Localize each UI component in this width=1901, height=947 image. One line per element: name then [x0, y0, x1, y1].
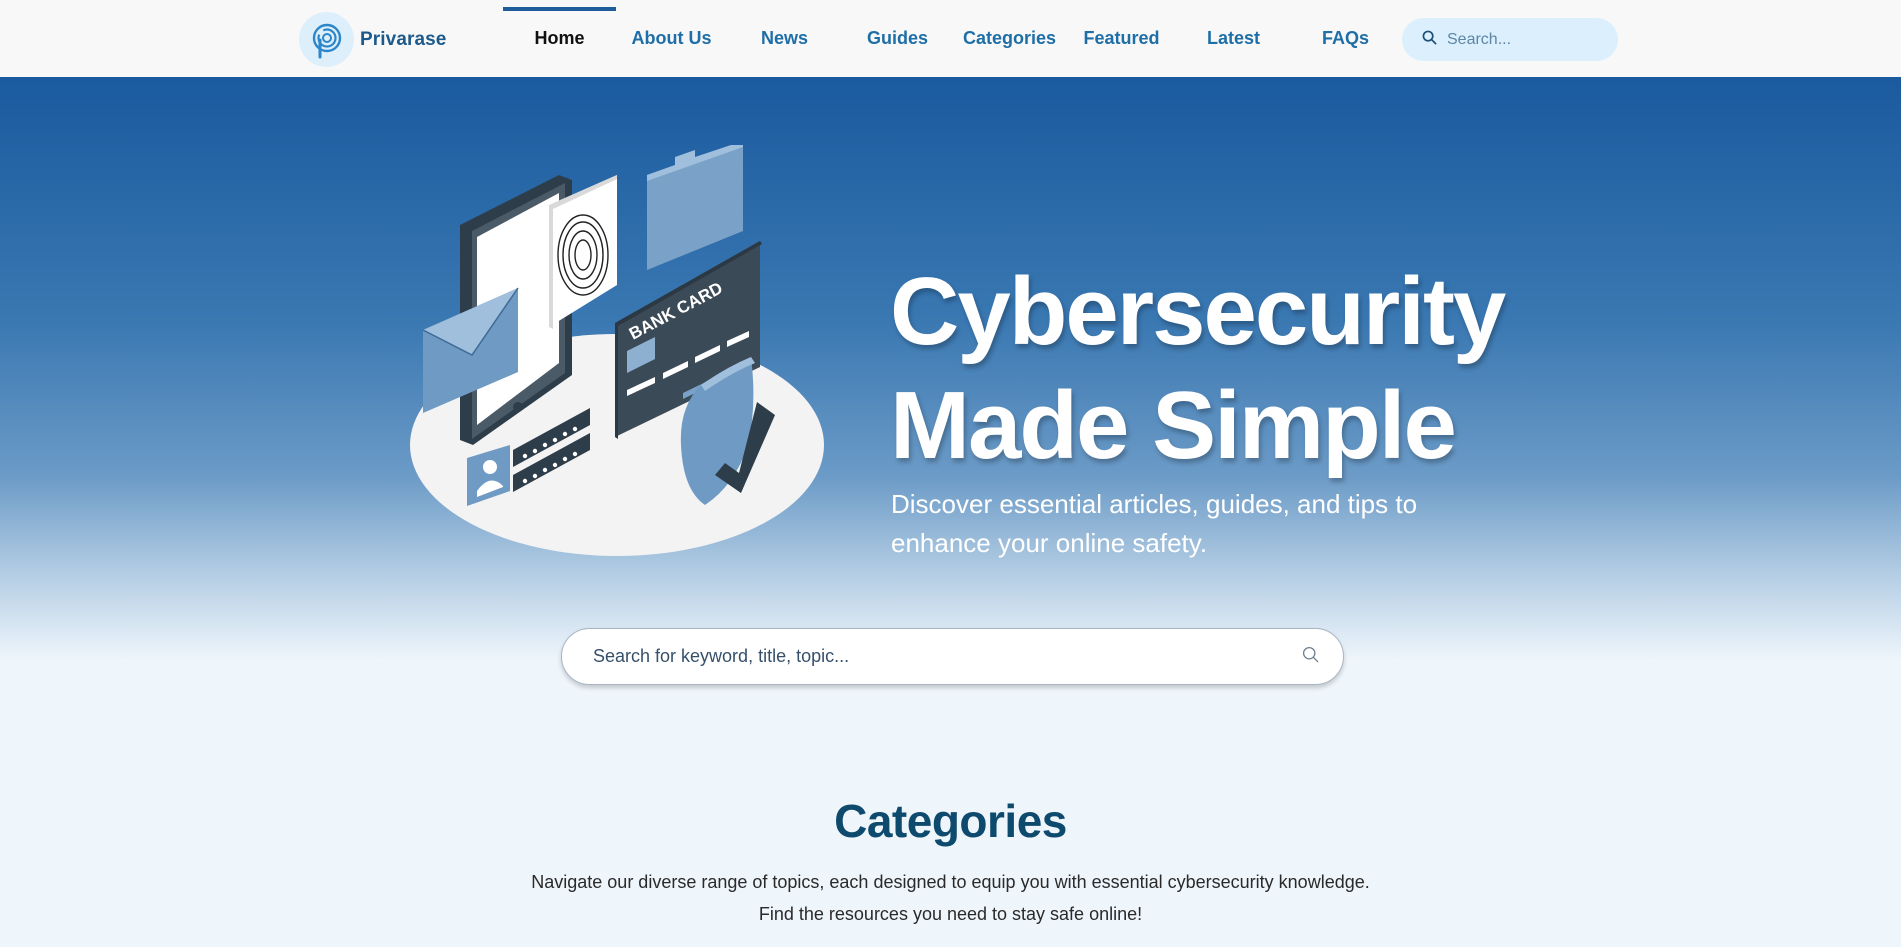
nav-faqs[interactable]: FAQs [1289, 0, 1402, 77]
main-search-input[interactable] [591, 645, 1302, 668]
categories-heading: Categories [834, 795, 1067, 847]
nav-guides[interactable]: Guides [841, 0, 954, 77]
header-search-input[interactable] [1445, 29, 1609, 50]
search-icon[interactable] [1302, 646, 1319, 668]
search-icon[interactable] [1422, 30, 1437, 50]
main-search-bar[interactable] [561, 628, 1344, 685]
categories-description-line-1: Navigate our diverse range of topics, ea… [531, 872, 1370, 892]
security-illustration: BANK CARD [410, 145, 824, 556]
folder-icon [647, 145, 743, 270]
fingerprint-logo-icon [299, 12, 354, 67]
nav-featured[interactable]: Featured [1065, 0, 1178, 77]
nav-latest[interactable]: Latest [1177, 0, 1290, 77]
categories-description: Navigate our diverse range of topics, ea… [0, 866, 1901, 930]
nav-about-us[interactable]: About Us [615, 0, 728, 77]
hero-subtitle: Discover essential articles, guides, and… [891, 489, 1418, 558]
brand-name: Privarase [360, 28, 447, 50]
hero-title-line-1: Cybersecurity [890, 258, 1506, 365]
hero-title-line-2: Made Simple [890, 372, 1457, 479]
nav-news[interactable]: News [728, 0, 841, 77]
site-header: Privarase Home About Us News Guides Cate… [0, 0, 1901, 77]
nav-home[interactable]: Home [503, 0, 616, 77]
hero-title: Cybersecurity Made Simple [890, 255, 1506, 483]
categories-description-line-2: Find the resources you need to stay safe… [758, 904, 1143, 924]
nav-categories[interactable]: Categories [953, 0, 1066, 77]
brand-logo[interactable]: Privarase [299, 12, 446, 67]
header-search[interactable] [1402, 18, 1618, 61]
